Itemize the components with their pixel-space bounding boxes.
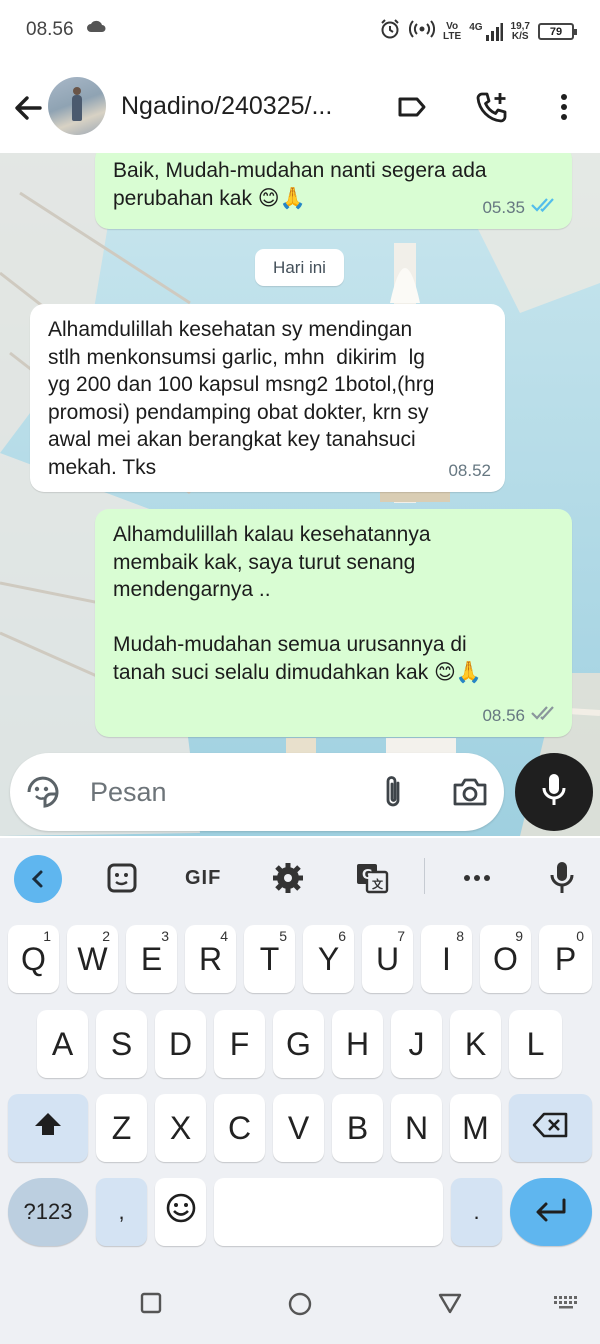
key-d[interactable]: D [155,1010,206,1078]
message-time: 05.35 [482,197,525,217]
key-r[interactable]: R4 [185,925,236,993]
key-l[interactable]: L [509,1010,562,1078]
more-vert-icon[interactable] [547,90,581,124]
volte-indicator: Vo LTE [443,20,462,42]
key-m[interactable]: M [450,1094,501,1162]
enter-icon [533,1194,569,1231]
avatar[interactable] [48,77,106,135]
key-o[interactable]: O9 [480,925,531,993]
key-e[interactable]: E3 [126,925,177,993]
chat-area[interactable]: Baik, Mudah-mudahan nanti segera ada per… [0,153,600,836]
key-q[interactable]: Q1 [8,925,59,993]
more-horiz-icon[interactable] [463,860,491,896]
message-time: 08.52 [448,460,491,480]
key-s[interactable]: S [96,1010,147,1078]
key-f[interactable]: F [214,1010,265,1078]
message-placeholder: Pesan [90,777,167,807]
toolbar-divider [424,858,425,894]
svg-text:文: 文 [372,877,384,891]
backspace-key[interactable] [509,1094,592,1162]
backspace-icon [532,1110,570,1147]
numbers-key[interactable]: ?123 [8,1178,88,1246]
key-a[interactable]: A [37,1010,88,1078]
mic-icon [539,772,569,813]
period-key[interactable]: . [451,1178,502,1246]
key-j[interactable]: J [391,1010,442,1078]
key-k[interactable]: K [450,1010,501,1078]
delivered-receipt-icon [530,702,558,730]
key-z[interactable]: Z [96,1094,147,1162]
emoji-key[interactable] [155,1178,206,1246]
message-input[interactable]: Pesan [10,753,504,831]
mic-icon[interactable] [548,860,576,896]
status-time: 08.56 [26,19,74,40]
recents-icon[interactable] [140,1292,162,1319]
shift-key[interactable] [8,1094,88,1162]
cloud-icon [86,20,106,38]
message-meta: 05.35 [482,194,558,222]
hotspot-icon [409,19,436,44]
key-b[interactable]: B [332,1094,383,1162]
key-u[interactable]: U7 [362,925,413,993]
key-c[interactable]: C [214,1094,265,1162]
shift-icon [33,1109,63,1147]
status-bar: 08.56 Vo LTE 4G 19,7 K/S 79 [0,0,600,60]
message-meta: 08.52 [448,457,491,485]
enter-key[interactable] [510,1178,592,1246]
back-arrow-icon[interactable] [10,90,46,126]
message-bubble-outgoing[interactable]: Alhamdulillah kalau kesehatannya membaik… [95,509,572,737]
key-t[interactable]: T5 [244,925,295,993]
gif-button[interactable]: GIF [185,860,221,896]
key-w[interactable]: W2 [67,925,118,993]
mic-button[interactable] [515,753,593,831]
back-triangle-icon[interactable] [438,1292,462,1319]
attach-icon[interactable] [376,773,410,816]
emoji: 😊🙏 [434,661,483,685]
key-n[interactable]: N [391,1094,442,1162]
date-divider: Hari ini [255,249,344,286]
message-time: 08.56 [482,705,525,725]
keyboard: GIF G文 Q1 W2 E3 R4 T5 Y6 U7 I8 O9 P0 A S… [0,838,600,1265]
translate-icon[interactable]: G文 [354,860,390,896]
key-v[interactable]: V [273,1094,324,1162]
key-p[interactable]: P0 [539,925,592,993]
chat-header: Ngadino/240325/... [0,60,600,153]
emoji: 😊🙏 [257,187,306,211]
keyboard-switch-icon[interactable] [553,1295,579,1314]
sticker-icon[interactable] [24,773,62,816]
contact-name[interactable]: Ngadino/240325/... [121,92,332,121]
add-call-icon[interactable] [474,90,508,124]
chevron-left-icon[interactable] [14,855,62,903]
keyboard-toolbar: GIF G文 [0,838,600,918]
battery-icon: 79 [538,23,577,40]
sticker-icon[interactable] [105,860,139,896]
system-navigation-bar [0,1265,600,1344]
space-key[interactable] [214,1178,443,1246]
message-text: Alhamdulillah kalau kesehatannya membaik… [113,523,467,684]
label-icon[interactable] [395,90,429,124]
message-bubble-incoming[interactable]: Alhamdulillah kesehatan sy mendingan stl… [30,304,505,492]
key-y[interactable]: Y6 [303,925,354,993]
composer-row: Pesan [0,751,600,841]
message-bubble-outgoing[interactable]: Baik, Mudah-mudahan nanti segera ada per… [95,153,572,229]
alarm-icon [379,18,401,45]
key-x[interactable]: X [155,1094,206,1162]
message-meta: 08.56 [482,702,558,730]
settings-icon[interactable] [271,860,305,896]
comma-key[interactable]: , [96,1178,147,1246]
read-receipt-icon [530,194,558,222]
signal-icon: 4G [469,22,503,41]
network-speed: 19,7 K/S [510,20,530,42]
key-h[interactable]: H [332,1010,383,1078]
key-i[interactable]: I8 [421,925,472,993]
home-icon[interactable] [288,1292,312,1321]
message-text: Alhamdulillah kesehatan sy mendingan stl… [48,318,435,479]
emoji-icon [165,1192,197,1232]
camera-icon[interactable] [451,775,489,814]
key-g[interactable]: G [273,1010,324,1078]
